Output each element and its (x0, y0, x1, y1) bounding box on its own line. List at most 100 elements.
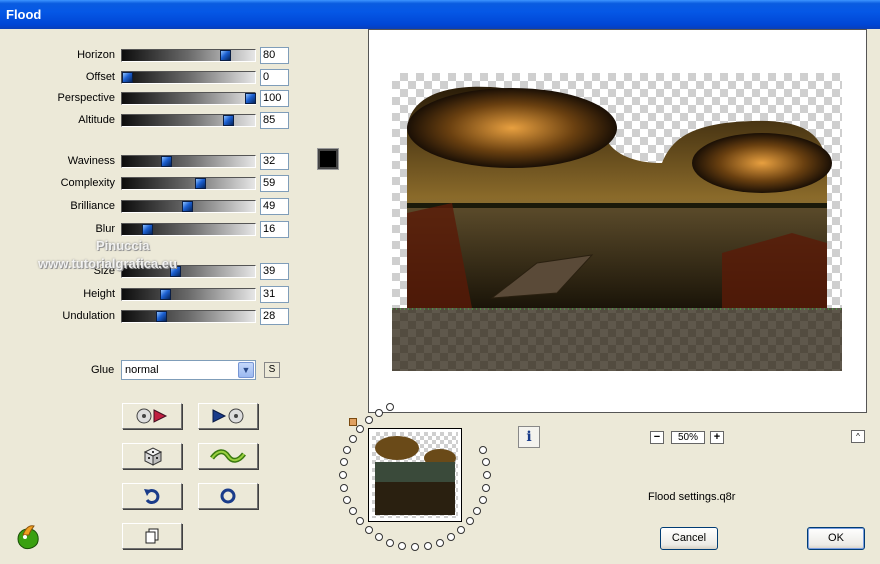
slider-row-undulation: Undulation 28 (0, 308, 300, 326)
slider-thumb-height[interactable] (160, 289, 172, 300)
rotation-ring-dot[interactable] (375, 533, 383, 542)
rotation-ring-dot[interactable] (466, 517, 475, 526)
slider-track-blur[interactable] (121, 223, 256, 236)
slider-thumb-perspective[interactable] (245, 93, 256, 104)
app-logo-icon[interactable] (14, 523, 42, 551)
glue-s-button[interactable]: S (264, 362, 280, 378)
slider-row-altitude: Altitude 85 (0, 112, 300, 130)
preview-window[interactable] (368, 29, 867, 413)
slider-label-perspective: Perspective (57, 92, 115, 104)
rotation-ring-dot[interactable] (411, 543, 419, 551)
forward-preset-button[interactable] (198, 403, 258, 429)
value-field-waviness[interactable]: 32 (260, 153, 289, 170)
glue-selected-value: normal (125, 364, 159, 376)
copy-pages-icon (145, 528, 159, 544)
rotation-ring-dot[interactable] (457, 526, 466, 535)
rotation-ring-dot[interactable] (355, 517, 364, 526)
reset-button[interactable] (198, 483, 258, 509)
slider-thumb-horizon[interactable] (220, 50, 232, 61)
slider-track-altitude[interactable] (121, 114, 256, 127)
slider-thumb-altitude[interactable] (222, 115, 234, 126)
slider-thumb-brilliance[interactable] (182, 201, 194, 212)
collapse-button[interactable]: ^ (851, 430, 865, 443)
rotation-ring-dot[interactable] (398, 541, 407, 550)
rotation-ring-dot[interactable] (348, 507, 357, 515)
disc-back-icon (136, 408, 168, 424)
slider-label-complexity: Complexity (60, 177, 115, 189)
value-field-offset[interactable]: 0 (260, 69, 289, 86)
slider-thumb-blur[interactable] (141, 224, 153, 235)
slider-label-brilliance: Brilliance (70, 200, 115, 212)
value-field-undulation[interactable]: 28 (260, 308, 289, 325)
rotation-ring-dot[interactable] (343, 446, 352, 455)
slider-label-offset: Offset (85, 71, 115, 83)
slider-track-waviness[interactable] (121, 155, 256, 168)
value-field-complexity[interactable]: 59 (260, 175, 289, 192)
randomize-button[interactable] (122, 443, 182, 469)
rotation-ring-dot[interactable] (364, 526, 373, 535)
rotation-ring-dot[interactable] (340, 458, 349, 467)
rotation-ring-dot[interactable] (364, 415, 373, 424)
rotation-ring-dot[interactable] (478, 446, 487, 455)
dice-icon (143, 447, 163, 466)
value-field-blur[interactable]: 16 (260, 221, 289, 238)
rotation-ring-dot[interactable] (481, 458, 490, 467)
slider-track-brilliance[interactable] (121, 200, 256, 213)
preview-canvas[interactable] (392, 73, 842, 371)
wave-button[interactable] (198, 443, 258, 469)
glue-dropdown[interactable]: normal ▼ (121, 360, 256, 380)
rotation-ring-dot[interactable] (483, 471, 491, 479)
copy-button[interactable] (122, 523, 182, 549)
rotation-ring-dot[interactable] (481, 483, 490, 492)
slider-thumb-offset[interactable] (122, 72, 133, 83)
zoom-out-button[interactable]: − (650, 431, 664, 444)
slider-track-offset[interactable] (121, 71, 256, 84)
cancel-button[interactable]: Cancel (660, 527, 718, 550)
flood-color-swatch[interactable] (317, 148, 339, 170)
disc-forward-icon (212, 408, 244, 424)
slider-track-undulation[interactable] (121, 310, 256, 323)
rewind-preset-button[interactable] (122, 403, 182, 429)
settings-filename: Flood settings.q8r (648, 491, 736, 503)
rotation-ring-dot[interactable] (473, 507, 482, 515)
navigator-handle[interactable] (349, 418, 357, 426)
rotation-ring-dot[interactable] (375, 408, 383, 417)
zoom-in-button[interactable]: + (710, 431, 724, 444)
slider-track-height[interactable] (121, 288, 256, 301)
value-field-perspective[interactable]: 100 (260, 90, 289, 107)
slider-label-undulation: Undulation (62, 310, 115, 322)
slider-row-complexity: Complexity 59 (0, 175, 300, 193)
navigator-thumbnail[interactable] (368, 428, 462, 522)
slider-track-perspective[interactable] (121, 92, 256, 105)
rotation-ring-dot[interactable] (423, 541, 432, 550)
value-field-size[interactable]: 39 (260, 263, 289, 280)
rotation-ring-dot[interactable] (447, 533, 455, 542)
slider-thumb-undulation[interactable] (156, 311, 168, 322)
wave-icon (210, 449, 246, 463)
slider-thumb-waviness[interactable] (161, 156, 173, 167)
slider-row-height: Height 31 (0, 286, 300, 304)
slider-thumb-complexity[interactable] (194, 178, 206, 189)
slider-label-blur: Blur (95, 223, 115, 235)
rotation-ring-dot[interactable] (339, 471, 347, 479)
rotation-ring-dot[interactable] (348, 435, 357, 443)
slider-track-horizon[interactable] (121, 49, 256, 62)
undo-button[interactable] (122, 483, 182, 509)
value-field-brilliance[interactable]: 49 (260, 198, 289, 215)
info-button[interactable]: i (518, 426, 540, 448)
slider-label-horizon: Horizon (77, 49, 115, 61)
thumbnail-image (375, 436, 456, 515)
rotation-ring-dot[interactable] (343, 495, 352, 504)
ok-button[interactable]: OK (807, 527, 865, 550)
rotation-ring-dot[interactable] (340, 483, 349, 492)
value-field-horizon[interactable]: 80 (260, 47, 289, 64)
value-field-height[interactable]: 31 (260, 286, 289, 303)
chevron-down-icon[interactable]: ▼ (238, 362, 254, 378)
rotation-ring-dot[interactable] (478, 495, 487, 504)
watermark: Pinuccia www.tutorialgrafica.eu (38, 238, 177, 271)
rotation-ring-dot[interactable] (386, 538, 395, 547)
rotation-ring-dot[interactable] (355, 424, 364, 433)
slider-track-complexity[interactable] (121, 177, 256, 190)
rotation-ring-dot[interactable] (435, 538, 444, 547)
value-field-altitude[interactable]: 85 (260, 112, 289, 129)
